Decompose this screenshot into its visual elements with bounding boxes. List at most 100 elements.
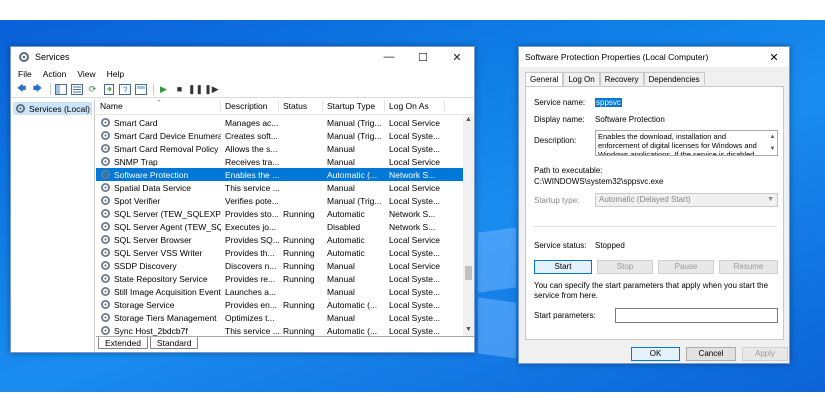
show-hide-tree-icon[interactable] — [54, 83, 67, 96]
menu-help[interactable]: Help — [107, 69, 124, 79]
start-service-icon[interactable]: ▶ — [157, 83, 170, 96]
cancel-button[interactable]: Cancel — [686, 347, 736, 361]
table-row[interactable]: State Repository Service Provides re... Ru… — [96, 272, 463, 285]
display-name-value[interactable]: Software Protection — [595, 115, 665, 124]
table-row[interactable]: Spot Verifier Verifies pote... Manual (Tri… — [96, 194, 463, 207]
help-icon[interactable]: ? — [118, 83, 131, 96]
column-header-description[interactable]: Description — [221, 100, 279, 112]
tree-item-services-local[interactable]: Services (Local) — [13, 102, 92, 115]
tab-dependencies[interactable]: Dependencies — [643, 72, 705, 85]
toolbar: 🡄 🡆 ⟳ ? ▶ ■ ❚❚ ❚▶ — [11, 81, 474, 98]
startup-type-label: Startup type: — [534, 196, 580, 205]
pause-button[interactable]: Pause — [658, 260, 714, 274]
description-text: Enables the download, installation and e… — [598, 132, 757, 156]
table-row[interactable]: SQL Server Agent (TEW_SQL... Executes jo.… — [96, 220, 463, 233]
tab-log-on[interactable]: Log On — [563, 72, 600, 85]
service-name-cell: Spatial Data Service — [96, 182, 221, 193]
dialog-title: Software Protection Properties (Local Co… — [525, 52, 709, 62]
maximize-button[interactable]: ☐ — [406, 47, 440, 67]
service-rows: Smart Card Manages ac... Manual (Trig... Lo… — [96, 116, 463, 336]
service-name-cell: Spot Verifier — [96, 195, 221, 206]
table-row[interactable]: Still Image Acquisition Events Launches a… — [96, 285, 463, 298]
start-button[interactable]: Start — [534, 260, 592, 274]
table-row[interactable]: SQL Server Browser Provides SQ... Running A… — [96, 233, 463, 246]
description-textbox[interactable]: Enables the download, installation and e… — [595, 130, 778, 156]
resume-button[interactable]: Resume — [719, 260, 778, 274]
scroll-thumb[interactable] — [465, 266, 472, 280]
path-value[interactable]: C:\WINDOWS\system32\sppsvc.exe — [534, 177, 663, 186]
tab-recovery[interactable]: Recovery — [599, 72, 644, 85]
menu-view[interactable]: View — [77, 69, 95, 79]
service-name: Spatial Data Service — [114, 182, 192, 193]
table-row[interactable]: SSDP Discovery Discovers n... Running Manua… — [96, 259, 463, 272]
export-list-icon[interactable] — [102, 83, 115, 96]
service-description: Provides en... — [225, 299, 277, 310]
restart-service-icon[interactable]: ❚▶ — [204, 83, 218, 96]
tab-standard[interactable]: Standard — [149, 337, 199, 349]
service-name: Smart Card — [114, 117, 158, 128]
console-tree-icon[interactable] — [134, 83, 147, 96]
service-startup-type: Manual (Trig... — [327, 130, 382, 141]
properties-list-icon[interactable] — [70, 83, 83, 96]
service-name-cell: State Repository Service — [96, 273, 221, 284]
service-gear-icon — [100, 169, 111, 180]
service-name-cell: Still Image Acquisition Events — [96, 286, 221, 297]
minimize-button[interactable]: — — [372, 47, 406, 67]
table-row[interactable]: Smart Card Manages ac... Manual (Trig... Lo… — [96, 116, 463, 129]
service-name: SQL Server Agent (TEW_SQL... — [114, 221, 221, 232]
apply-button[interactable]: Apply — [742, 347, 788, 361]
column-header-status[interactable]: Status — [279, 100, 323, 112]
table-row[interactable]: Sync Host_2bdcb7f This service ... Running… — [96, 324, 463, 336]
menu-action[interactable]: Action — [43, 69, 67, 79]
dialog-tabs: General Log On Recovery Dependencies — [525, 72, 705, 86]
window-title: Services — [35, 52, 70, 62]
table-row[interactable]: Smart Card Device Enumera... Creates soft… — [96, 129, 463, 142]
service-log-on-as: Local Syste... — [389, 299, 441, 310]
dialog-close-button[interactable]: ✕ — [759, 47, 789, 67]
ok-button[interactable]: OK — [631, 347, 680, 361]
service-name-value[interactable]: sppsvc — [595, 98, 622, 107]
scroll-down-icon[interactable]: ▼ — [463, 326, 474, 336]
start-params-label: Start parameters: — [534, 311, 596, 320]
stop-button[interactable]: Stop — [597, 260, 653, 274]
service-name: SNMP Trap — [114, 156, 158, 167]
service-description: Discovers n... — [225, 260, 277, 271]
service-startup-type: Manual (Trig... — [327, 195, 382, 206]
refresh-icon[interactable]: ⟳ — [86, 83, 99, 96]
service-name-cell: SQL Server (TEW_SQLEXPRE... — [96, 208, 221, 219]
menu-file[interactable]: File — [18, 69, 32, 79]
back-arrow-icon[interactable]: 🡄 — [15, 83, 28, 96]
table-row[interactable]: SNMP Trap Receives tra... Manual Local Serv… — [96, 155, 463, 168]
stop-service-icon[interactable]: ■ — [173, 83, 186, 96]
service-name: SSDP Discovery — [114, 260, 177, 271]
service-gear-icon — [100, 195, 111, 206]
scroll-up-icon[interactable]: ▲ — [463, 116, 474, 126]
column-header-log-on-as[interactable]: Log On As — [385, 100, 445, 112]
forward-arrow-icon[interactable]: 🡆 — [31, 83, 44, 96]
service-log-on-as: Local Syste... — [389, 286, 441, 297]
table-row[interactable]: Spatial Data Service This service ... Manu… — [96, 181, 463, 194]
pause-service-icon[interactable]: ❚❚ — [188, 83, 203, 96]
tab-general[interactable]: General — [525, 72, 564, 86]
properties-dialog: Software Protection Properties (Local Co… — [518, 46, 790, 364]
service-name-cell: SQL Server VSS Writer — [96, 247, 221, 258]
dialog-titlebar[interactable]: Software Protection Properties (Local Co… — [519, 47, 789, 67]
service-name: State Repository Service — [114, 273, 208, 284]
table-row[interactable]: Smart Card Removal Policy Allows the s...… — [96, 142, 463, 155]
table-row[interactable]: SQL Server VSS Writer Provides th... Runni… — [96, 246, 463, 259]
description-scrollbar[interactable]: ▲ ▼ — [768, 131, 777, 155]
service-name-label: Service name: — [534, 98, 586, 107]
service-description: Provides SQ... — [225, 234, 279, 245]
column-header-startup-type[interactable]: Startup Type — [323, 100, 385, 112]
vertical-scrollbar[interactable]: ▲ ▼ — [463, 116, 474, 336]
table-row[interactable]: Storage Tiers Management Optimizes t... Ma… — [96, 311, 463, 324]
start-params-input[interactable] — [615, 308, 778, 323]
table-row[interactable]: SQL Server (TEW_SQLEXPRE... Provides sto.… — [96, 207, 463, 220]
table-row[interactable]: Storage Service Provides en... Running Auto… — [96, 298, 463, 311]
service-startup-type: Manual — [327, 156, 355, 167]
tab-extended[interactable]: Extended — [98, 337, 148, 349]
close-button[interactable]: ✕ — [440, 47, 474, 67]
table-row[interactable]: Software Protection Enables the ... Automa… — [96, 168, 463, 181]
service-log-on-as: Network S... — [389, 169, 436, 180]
services-titlebar[interactable]: Services — ☐ ✕ — [11, 47, 474, 67]
